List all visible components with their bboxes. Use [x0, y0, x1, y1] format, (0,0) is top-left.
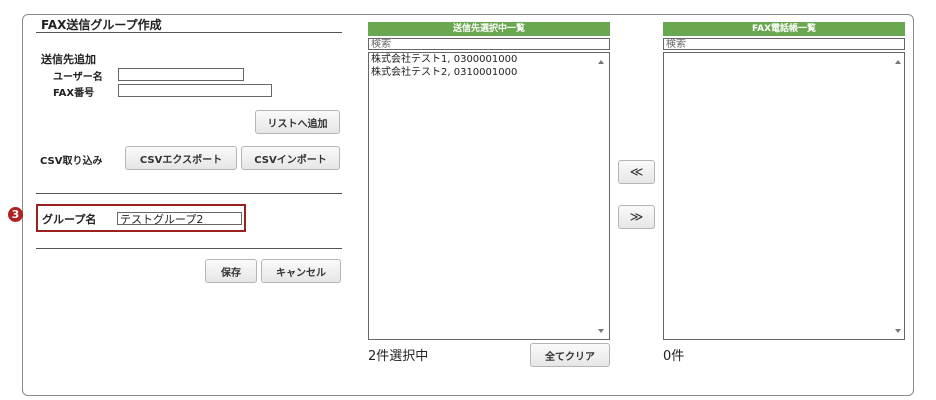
selected-list[interactable]: 株式会社テスト1, 0300001000 株式会社テスト2, 031000100… [368, 52, 610, 340]
form-title: FAX送信グループ作成 [41, 18, 162, 32]
csv-export-button[interactable]: CSVエクスポート [125, 146, 237, 170]
divider-1 [36, 193, 342, 194]
scroll-up-icon[interactable] [895, 60, 901, 64]
section-add-label: 送信先追加 [41, 53, 96, 66]
step-badge: 3 [8, 207, 23, 222]
save-button[interactable]: 保存 [205, 259, 257, 283]
scroll-down-icon[interactable] [895, 329, 901, 333]
move-right-button[interactable]: ≫ [618, 205, 655, 229]
phonebook-panel-header: FAX電話帳一覧 [663, 22, 905, 36]
scroll-down-icon[interactable] [598, 329, 604, 333]
selected-search-input[interactable]: 検索 [368, 38, 610, 50]
divider-2 [36, 248, 342, 249]
user-name-label: ユーザー名 [53, 72, 103, 83]
list-item[interactable]: 株式会社テスト1, 0300001000 [369, 53, 609, 66]
csv-import-label: CSV取り込み [40, 156, 103, 167]
phonebook-search-input[interactable]: 検索 [663, 38, 905, 50]
list-item[interactable]: 株式会社テスト2, 0310001000 [369, 66, 609, 79]
add-to-list-button[interactable]: リストへ追加 [255, 110, 340, 134]
phonebook-count: 0件 [663, 349, 685, 364]
group-name-input[interactable]: テストグループ2 [117, 212, 242, 226]
group-name-label: グループ名 [42, 213, 97, 226]
move-left-button[interactable]: ≪ [618, 160, 655, 184]
scroll-up-icon[interactable] [598, 60, 604, 64]
fax-number-label: FAX番号 [53, 88, 95, 99]
fax-number-input[interactable] [118, 84, 272, 97]
title-divider [36, 32, 342, 33]
csv-import-button[interactable]: CSVインポート [241, 146, 340, 170]
clear-all-button[interactable]: 全てクリア [530, 343, 610, 367]
phonebook-list[interactable] [663, 52, 905, 340]
selected-count: 2件選択中 [368, 349, 429, 364]
user-name-input[interactable] [118, 68, 244, 81]
selected-panel-header: 送信先選択中一覧 [368, 22, 610, 36]
cancel-button[interactable]: キャンセル [261, 259, 341, 283]
